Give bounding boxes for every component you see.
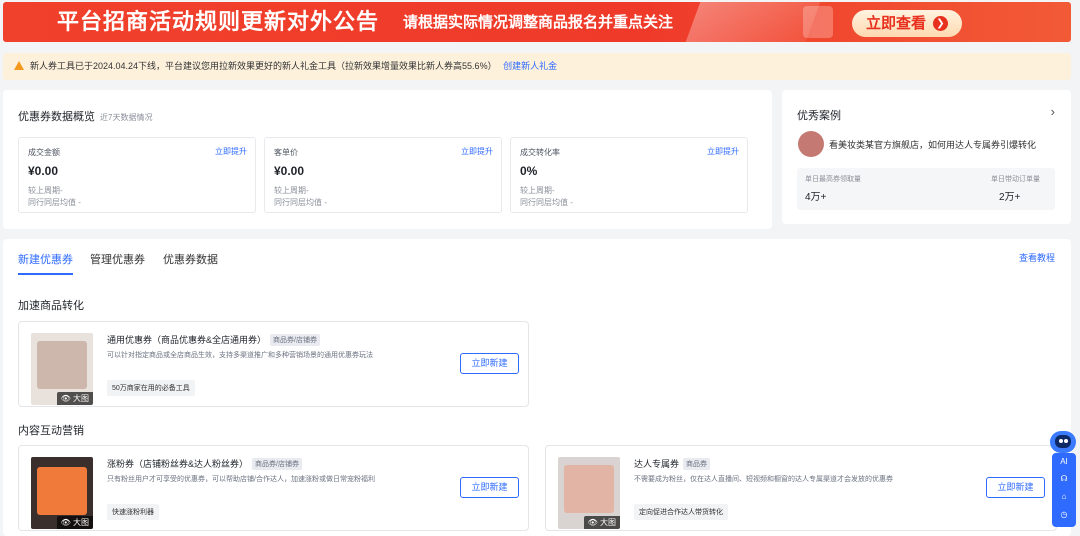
stat-compare-peer: 同行同层均值 - [28,198,81,207]
clock-icon[interactable]: ◷ [1052,510,1076,519]
warning-icon [14,61,24,70]
headset-icon[interactable]: ☊ [1052,474,1076,483]
promo-banner[interactable]: 平台招商活动规则更新对外公告 请根据实际情况调整商品报名并重点关注 立即查看 ❯ [3,2,1071,42]
stat-label: 成交转化率 [520,148,560,157]
card-tag: 商品券 [683,458,711,470]
metric-label: 单日带动订单量 [991,176,1040,183]
create-influencer-coupon-button[interactable]: 立即新建 [986,477,1045,498]
metric-label: 单日最高券领取量 [805,176,861,183]
overview-title-text: 优惠券数据概览 [18,111,95,123]
case-metrics: 单日最高券领取量 4万+ 单日带动订单量 2万+ [797,168,1055,210]
enlarge-label: 大图 [600,518,616,527]
enlarge-preview[interactable]: 👁 大图 [56,516,93,529]
fan-coupon-card: 👁 大图 涨粉券（店铺粉丝券&达人粉丝券） 商品券/店铺券 只有粉丝用户才可享受的… [18,445,529,531]
preview-graphic [37,341,87,389]
card-title-text: 通用优惠券（商品优惠券&全店通用券） [107,335,267,345]
stat-label: 客单价 [274,148,298,157]
enlarge-preview[interactable]: 👁 大图 [583,516,620,529]
stat-compare-period: 较上周期- [274,186,309,195]
enlarge-label: 大图 [73,394,89,403]
chevron-right-icon[interactable]: › [1051,104,1055,119]
banner-decoration [685,2,821,42]
notice-text: 新人券工具已于2024.04.24下线，平台建议您用拉新效果更好的新人礼金工具（… [30,61,497,71]
stat-compare-peer: 同行同层均值 - [520,198,573,207]
stat-compare-peer: 同行同层均值 - [274,198,327,207]
card-title-text: 达人专属券 [634,459,680,469]
influencer-coupon-card: 👁 大图 达人专属券 商品券 不需要成为粉丝，仅在达人直播间、短视频和橱窗的达人专… [545,445,1057,531]
create-general-coupon-button[interactable]: 立即新建 [460,353,519,374]
card-title: 涨粉券（店铺粉丝券&达人粉丝券） 商品券/店铺券 [107,457,302,470]
metric-value: 2万+ [999,192,1021,203]
overview-title: 优惠券数据概览 近7天数据情况 [18,108,152,124]
notice-bar: 新人券工具已于2024.04.24下线，平台建议您用拉新效果更好的新人礼金工具（… [3,53,1071,80]
tab-manage-coupon[interactable]: 管理优惠券 [90,251,145,275]
stat-value: ¥0.00 [274,164,305,178]
enlarge-preview[interactable]: 👁 大图 [56,392,93,405]
stat-card-aov: 客单价 立即提升 ¥0.00 较上周期- 同行同层均值 - [264,137,502,213]
overview-hint: 近7天数据情况 [100,113,153,122]
coupon-preview-image[interactable]: 👁 大图 [31,333,93,405]
card-highlight: 50万商家在用的必备工具 [107,380,195,396]
robot-eye [1059,439,1063,443]
improve-link[interactable]: 立即提升 [707,146,739,157]
floating-toolbar: AI ☊ ⌂ ◷ [1052,453,1076,527]
preview-graphic [564,465,614,513]
enlarge-label: 大图 [73,518,89,527]
stat-compare-period: 较上周期- [28,186,63,195]
assistant-robot-icon[interactable] [1050,431,1076,453]
brand-avatar [798,131,824,157]
banner-view-label: 立即查看 [866,15,927,32]
create-gift-link[interactable]: 创建新人礼金 [503,61,557,71]
stat-label: 成交金额 [28,148,60,157]
tab-coupon-data[interactable]: 优惠券数据 [163,251,218,275]
card-description: 只有粉丝用户才可享受的优惠券，可以帮助店铺/合作达人，加速涨粉或做日常宠粉福利 [107,476,375,483]
robot-face [1055,435,1071,448]
chevron-right-icon: ❯ [933,16,948,31]
card-title: 通用优惠券（商品优惠券&全店通用券） 商品券/店铺券 [107,333,320,346]
ai-button[interactable]: AI [1052,457,1076,466]
preview-graphic [37,467,87,515]
stat-card-gmv: 成交金额 立即提升 ¥0.00 较上周期- 同行同层均值 - [18,137,256,213]
coupon-preview-image[interactable]: 👁 大图 [558,457,620,529]
banner-subtitle: 请根据实际情况调整商品报名并重点关注 [403,14,674,31]
cases-title: 优秀案例 [797,110,841,122]
card-description: 不需要成为粉丝，仅在达人直播间、短视频和橱窗的达人专属渠道才会发放的优惠券 [634,476,893,483]
tutorial-link[interactable]: 查看教程 [1019,251,1055,264]
card-highlight: 定向促进合作达人带货转化 [634,504,728,520]
card-highlight: 快速涨粉利器 [107,504,159,520]
coupon-preview-image[interactable]: 👁 大图 [31,457,93,529]
stat-value: 0% [520,164,538,178]
banner-title: 平台招商活动规则更新对外公告 [57,9,380,34]
stat-compare-period: 较上周期- [520,186,555,195]
banner-decoration [803,6,833,38]
coupon-overview-panel: 优惠券数据概览 近7天数据情况 成交金额 立即提升 ¥0.00 较上周期- 同行同… [3,90,772,229]
section-title-accelerate: 加速商品转化 [18,300,84,312]
card-tag: 商品券/店铺券 [270,334,320,346]
improve-link[interactable]: 立即提升 [215,146,247,157]
create-fan-coupon-button[interactable]: 立即新建 [460,477,519,498]
robot-eye [1064,439,1068,443]
section-title-content: 内容互动营销 [18,425,84,437]
banner-view-button[interactable]: 立即查看 ❯ [852,10,962,37]
coupon-main-panel: 新建优惠券 管理优惠券 优惠券数据 查看教程 加速商品转化 👁 大图 通用优惠券… [3,239,1071,536]
stat-card-conversion: 成交转化率 立即提升 0% 较上周期- 同行同层均值 - [510,137,748,213]
metric-value: 4万+ [805,192,827,203]
case-description[interactable]: 看美妆类某官方旗舰店，如何用达人专属券引爆转化 [829,138,1036,151]
service-icon[interactable]: ⌂ [1052,492,1076,501]
card-title: 达人专属券 商品券 [634,457,711,470]
tab-create-coupon[interactable]: 新建优惠券 [18,251,73,275]
excellent-cases-panel: 优秀案例 › 看美妆类某官方旗舰店，如何用达人专属券引爆转化 单日最高券领取量 … [782,90,1071,224]
card-description: 可以针对指定商品或全店商品生效，支持多渠道推广和多种营销场景的通用优惠券玩法 [107,352,373,359]
stat-value: ¥0.00 [28,164,59,178]
card-title-text: 涨粉券（店铺粉丝券&达人粉丝券） [107,459,249,469]
improve-link[interactable]: 立即提升 [461,146,493,157]
general-coupon-card: 👁 大图 通用优惠券（商品优惠券&全店通用券） 商品券/店铺券 可以针对指定商品或… [18,321,529,407]
card-tag: 商品券/店铺券 [252,458,302,470]
